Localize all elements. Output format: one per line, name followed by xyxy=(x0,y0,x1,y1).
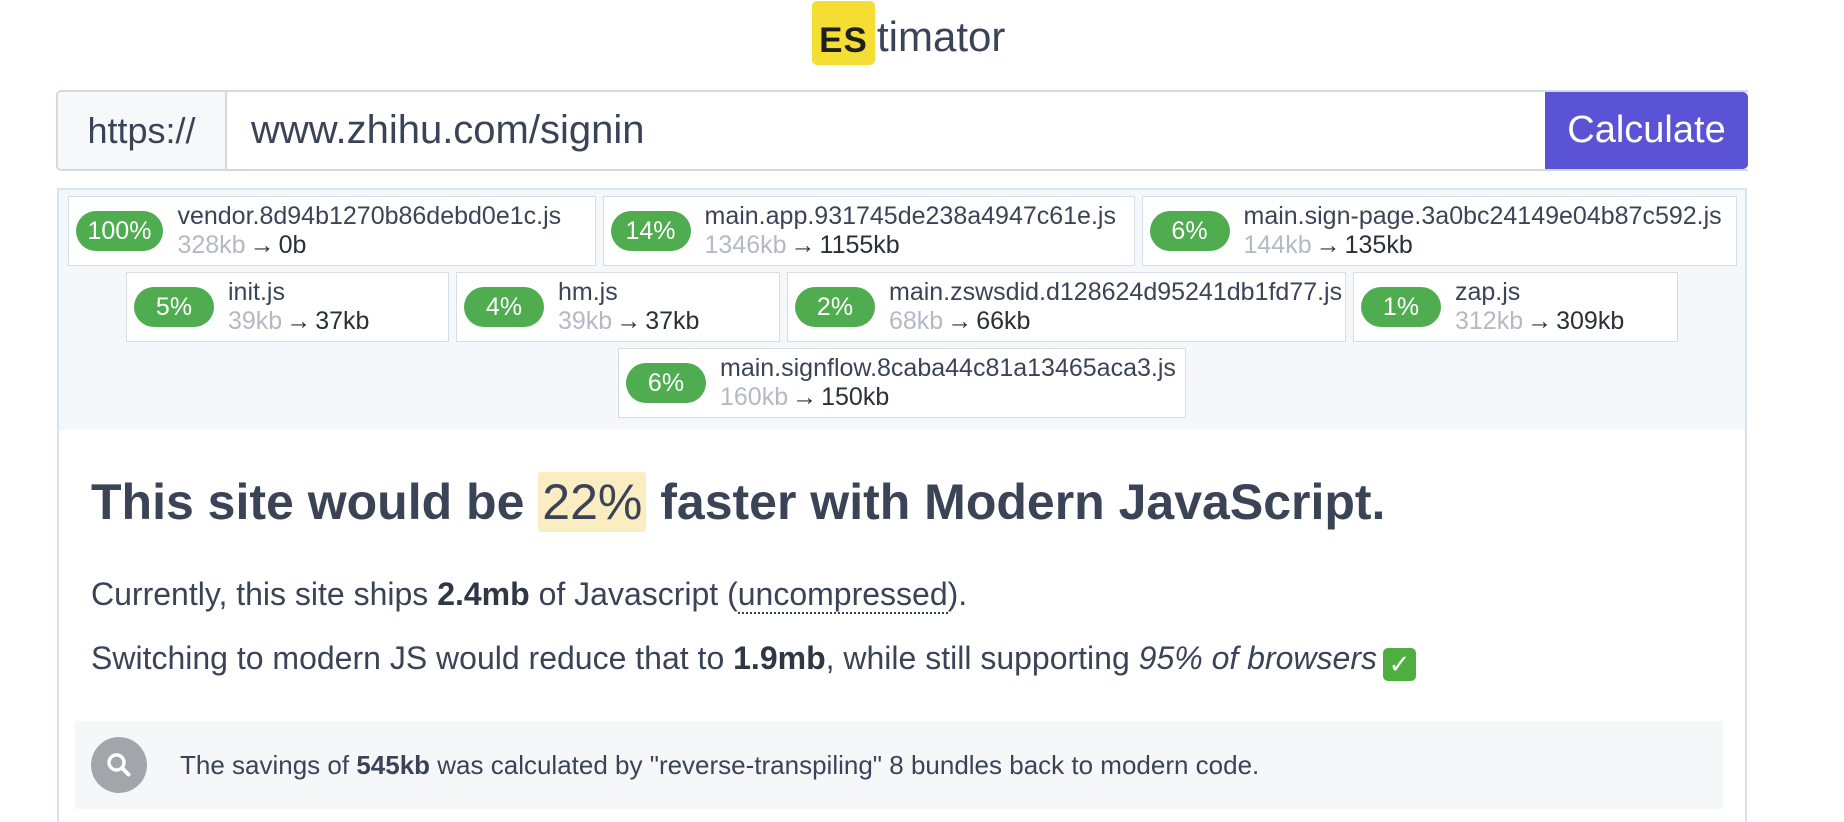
arrow-icon: → xyxy=(249,231,275,259)
size-before: 68kb xyxy=(889,307,944,335)
headline: This site would be 22% faster with Moder… xyxy=(91,472,1745,532)
current-size-text: Currently, this site ships 2.4mb of Java… xyxy=(91,576,1745,614)
summary: This site would be 22% faster with Moder… xyxy=(59,430,1745,681)
bundle-card: 6% main.sign-page.3a0bc24149e04b87c592.j… xyxy=(1141,196,1737,266)
note-pre: The savings of xyxy=(180,749,357,780)
arrow-icon: → xyxy=(792,383,818,411)
bundle-card: 6% main.signflow.8caba44c81a13465aca3.js… xyxy=(618,348,1186,418)
savings-note: The savings of 545kb was calculated by "… xyxy=(75,721,1723,809)
bundle-card: 14% main.app.931745de238a4947c61e.js 134… xyxy=(602,196,1135,266)
size-before: 1346kb xyxy=(704,231,787,259)
size-before: 160kb xyxy=(720,383,789,411)
savings-percent-highlight: 22% xyxy=(538,472,647,532)
savings-badge: 6% xyxy=(626,363,706,403)
arrow-icon: → xyxy=(1315,231,1341,259)
savings-amount: 545kb xyxy=(356,749,431,780)
estimator-page: ES timator https:// Calculate 100% vendo… xyxy=(0,0,1844,822)
savings-note-text: The savings of 545kb was calculated by "… xyxy=(180,750,1259,781)
url-input[interactable] xyxy=(227,92,1545,169)
logo-text: timator xyxy=(877,13,1006,60)
size-after: 37kb xyxy=(645,307,700,335)
logo: ES timator xyxy=(812,0,1005,66)
bundle-name: hm.js xyxy=(558,278,618,306)
note-post: was calculated by "reverse-transpiling" … xyxy=(430,749,1260,780)
savings-badge: 14% xyxy=(610,211,691,251)
savings-badge: 2% xyxy=(795,287,875,327)
size-after: 66kb xyxy=(976,307,1031,335)
savings-badge: 100% xyxy=(75,211,164,251)
browser-support-text: 95% of browsers xyxy=(1138,640,1377,676)
calculate-button[interactable]: Calculate xyxy=(1545,92,1748,169)
bundle-card: 100% vendor.8d94b1270b86debd0e1c.js 328k… xyxy=(67,196,596,266)
url-protocol-prefix: https:// xyxy=(58,92,227,169)
size-before: 39kb xyxy=(228,307,283,335)
check-mark-icon: ✓ xyxy=(1382,648,1416,681)
modern-size-value: 1.9mb xyxy=(733,640,826,676)
magnifier-icon xyxy=(91,737,147,793)
arrow-icon: → xyxy=(286,307,312,335)
savings-badge: 1% xyxy=(1361,287,1441,327)
line1-post: ). xyxy=(947,576,968,612)
bundle-name: main.app.931745de238a4947c61e.js xyxy=(704,202,1116,230)
savings-badge: 6% xyxy=(1149,211,1230,251)
url-form: https:// Calculate xyxy=(56,90,1748,171)
bundle-card: 1% zap.js 312kb → 309kb xyxy=(1353,272,1678,342)
savings-badge: 5% xyxy=(134,287,214,327)
bundle-name: init.js xyxy=(228,278,285,306)
line1-pre: Currently, this site ships xyxy=(91,576,438,612)
size-before: 144kb xyxy=(1243,231,1312,259)
bundle-row: 100% vendor.8d94b1270b86debd0e1c.js 328k… xyxy=(59,196,1745,266)
size-after: 135kb xyxy=(1344,231,1413,259)
results-panel: 100% vendor.8d94b1270b86debd0e1c.js 328k… xyxy=(57,188,1747,822)
bundle-card: 5% init.js 39kb → 37kb xyxy=(126,272,449,342)
size-before: 312kb xyxy=(1455,307,1524,335)
bundle-row: 6% main.signflow.8caba44c81a13465aca3.js… xyxy=(59,348,1745,418)
bundle-name: vendor.8d94b1270b86debd0e1c.js xyxy=(177,202,562,230)
savings-badge: 4% xyxy=(464,287,544,327)
logo-badge: ES xyxy=(812,1,875,65)
modern-size-text: Switching to modern JS would reduce that… xyxy=(91,640,1745,681)
bundle-row: 5% init.js 39kb → 37kb 4% hm.js 39kb → 37kb … xyxy=(59,272,1745,342)
uncompressed-term[interactable]: uncompressed xyxy=(737,576,948,614)
line2-pre: Switching to modern JS would reduce that… xyxy=(91,640,734,676)
size-after: 37kb xyxy=(315,307,370,335)
bundle-card: 4% hm.js 39kb → 37kb xyxy=(456,272,780,342)
size-after: 1155kb xyxy=(819,231,900,259)
arrow-icon: → xyxy=(1527,307,1553,335)
bundle-name: main.signflow.8caba44c81a13465aca3.js xyxy=(720,354,1176,382)
bundle-list: 100% vendor.8d94b1270b86debd0e1c.js 328k… xyxy=(59,190,1745,430)
line1-mid: of Javascript ( xyxy=(529,576,738,612)
size-after: 150kb xyxy=(821,383,890,411)
bundle-name: main.sign-page.3a0bc24149e04b87c592.js xyxy=(1243,202,1722,230)
current-size-value: 2.4mb xyxy=(437,576,530,612)
size-before: 328kb xyxy=(177,231,246,259)
arrow-icon: → xyxy=(947,307,973,335)
size-after: 309kb xyxy=(1556,307,1625,335)
headline-post: faster with Modern JavaScript. xyxy=(646,474,1386,530)
size-before: 39kb xyxy=(558,307,613,335)
arrow-icon: → xyxy=(790,231,816,259)
size-after: 0b xyxy=(278,231,307,259)
bundle-name: zap.js xyxy=(1455,278,1521,306)
arrow-icon: → xyxy=(616,307,642,335)
bundle-card: 2% main.zswsdid.d128624d95241db1fd77.js … xyxy=(787,272,1346,342)
bundle-name: main.zswsdid.d128624d95241db1fd77.js xyxy=(889,278,1343,306)
line2-mid: , while still supporting xyxy=(825,640,1139,676)
headline-pre: This site would be xyxy=(91,474,539,530)
